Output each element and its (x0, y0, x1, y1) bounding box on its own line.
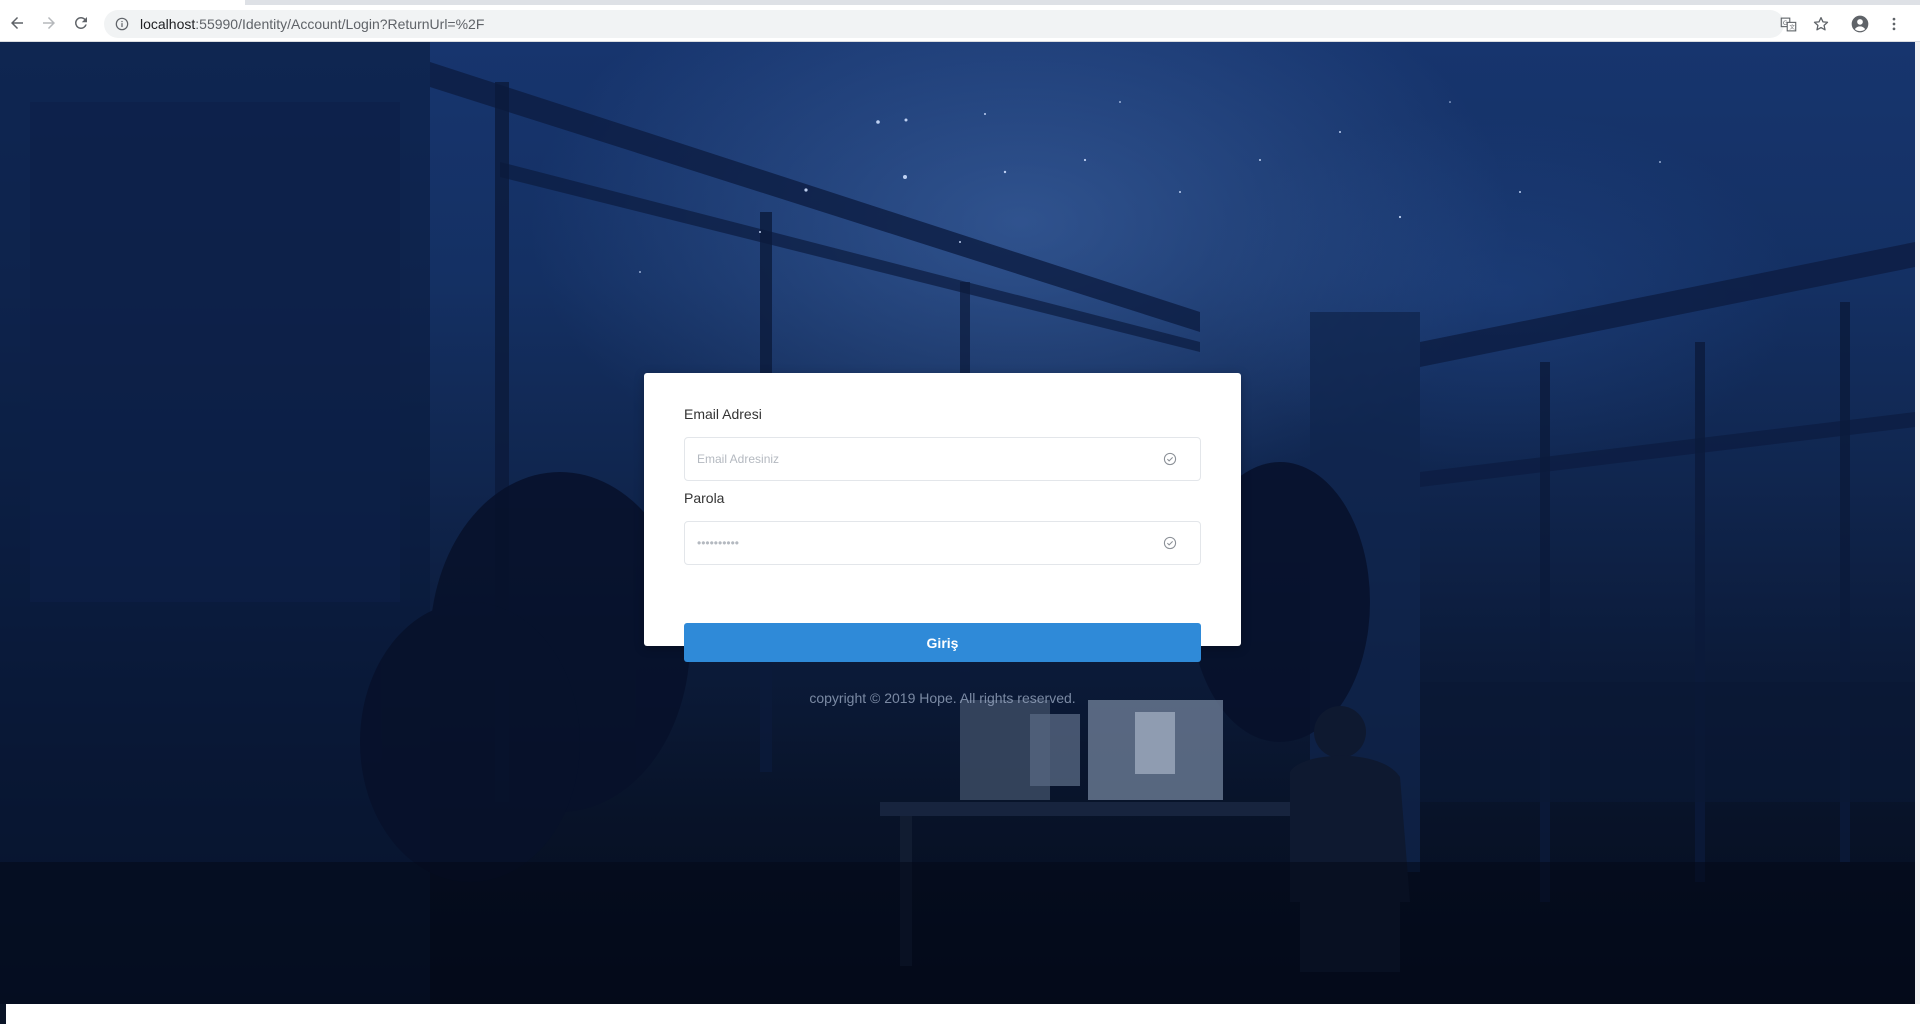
url-host: localhost (140, 16, 196, 32)
svg-text:G: G (1782, 19, 1787, 26)
url-path: :55990/Identity/Account/Login?ReturnUrl=… (195, 16, 485, 32)
arrow-right-icon (43, 17, 55, 29)
password-label: Parola (684, 490, 725, 506)
check-circle-icon (1162, 535, 1178, 551)
page-scrollbar[interactable] (1915, 42, 1920, 1004)
translate-icon[interactable]: G文 (1778, 14, 1798, 34)
email-field[interactable] (684, 437, 1201, 481)
check-circle-icon (1162, 451, 1178, 467)
account-circle-icon[interactable] (1850, 14, 1870, 34)
svg-text:文: 文 (1789, 23, 1795, 31)
email-input[interactable] (685, 439, 1145, 479)
back-button[interactable] (4, 10, 30, 36)
reload-button[interactable] (68, 10, 94, 36)
address-bar[interactable]: localhost:55990/Identity/Account/Login?R… (104, 10, 1784, 38)
login-submit-button[interactable]: Giriş (684, 623, 1201, 662)
password-input[interactable] (685, 523, 1145, 563)
url-text[interactable]: localhost:55990/Identity/Account/Login?R… (140, 16, 484, 32)
bookmark-star-icon[interactable] (1811, 14, 1831, 34)
more-vertical-icon[interactable] (1884, 14, 1904, 34)
forward-button[interactable] (36, 10, 62, 36)
window-left-edge (0, 1004, 6, 1024)
window-bottom-edge (0, 1004, 1920, 1024)
copyright-text: copyright © 2019 Hope. All rights reserv… (809, 690, 1076, 706)
reload-icon (74, 16, 87, 29)
arrow-left-icon (11, 17, 23, 29)
email-label: Email Adresi (684, 406, 762, 422)
password-field[interactable] (684, 521, 1201, 565)
login-page-background: Email Adresi Parola Giriş copyright © 20… (0, 42, 1915, 1004)
info-icon[interactable] (114, 16, 130, 32)
browser-toolbar: localhost:55990/Identity/Account/Login?R… (0, 5, 1920, 42)
login-card: Email Adresi Parola Giriş (644, 373, 1241, 662)
